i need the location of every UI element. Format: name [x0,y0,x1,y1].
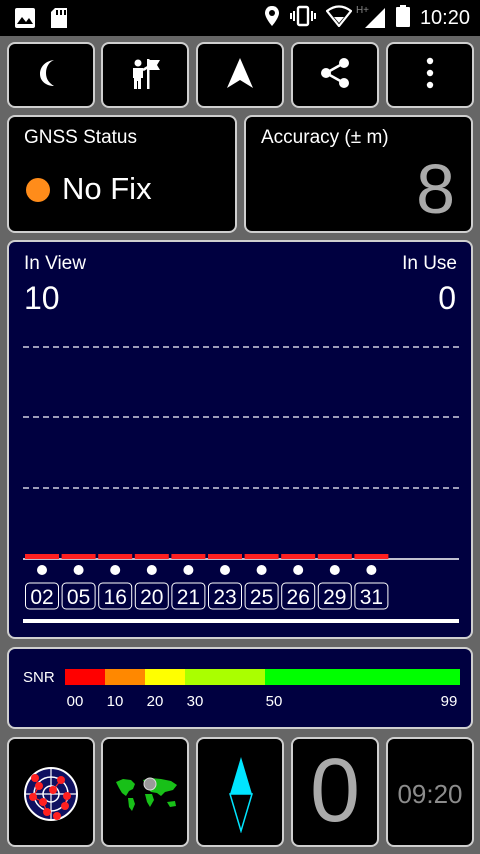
snr-scale: 00 10 20 30 50 99 [65,669,460,710]
snr-color-segment [185,669,265,685]
time-display: 09:20 [386,737,474,847]
navigate-button[interactable] [196,42,284,108]
bearing-display: 0 [291,737,379,847]
satellite-id-label: 20 [140,586,163,609]
satellite-dot [256,565,267,575]
satellite-signal-bar [244,554,279,559]
satellite-signal-bar [98,554,133,559]
snr-tick-label: 10 [107,693,124,710]
vibrate-icon [289,5,316,32]
satellite-dot [37,565,47,575]
network-type: H+ [355,5,369,16]
signal-icon: H+ [356,5,386,29]
battery-icon [395,4,410,32]
satellite-id-label: 25 [250,586,273,609]
more-vert-icon [425,57,435,94]
snr-tick-label: 99 [441,693,458,710]
snr-tick-label: 00 [67,693,84,710]
satellite-dot [146,565,157,575]
navigate-arrow-icon [225,56,255,95]
satellite-signal-chart: 02 05 16 20 21 23 25 26 29 31 [23,346,459,623]
time-value: 09:20 [397,779,463,809]
snr-tick-label: 50 [266,693,283,710]
overflow-menu-button[interactable] [386,42,474,108]
satellite-dot [366,565,377,575]
satellite-signal-bar [317,554,352,559]
satellites-card: In View In Use 10 0 02 05 16 20 21 23 25 26 29 31 [7,240,473,639]
radar-icon [23,764,79,829]
satellite-signal-bar [354,554,389,559]
bearing-value: 0 [309,741,361,841]
satellite-dot [220,565,230,575]
share-icon [318,56,352,95]
night-mode-icon [35,57,67,94]
sd-card-icon [50,7,68,34]
clock: 10:20 [419,6,470,29]
satellite-signal-bar [134,554,169,559]
chart-bottom-line [23,619,459,623]
image-icon [14,7,36,34]
accuracy-card: Accuracy (± m) 8 [244,115,473,233]
accuracy-title: Accuracy (± m) [261,127,389,148]
share-button[interactable] [291,42,379,108]
satellite-id-label: 26 [287,586,310,609]
compass-button[interactable] [196,737,284,847]
satellite-dot [110,565,121,575]
satellite-dot [73,565,84,575]
satellite-id-label: 31 [360,586,383,609]
satellite-signal-bar [281,554,316,559]
location-pin-icon [264,5,280,32]
snr-legend-card: SNR 00 10 20 30 50 99 [7,647,473,729]
gnss-status-title: GNSS Status [24,127,137,148]
world-map-icon [113,774,181,819]
tracking-button[interactable] [101,42,189,108]
snr-color-segment [65,669,105,685]
satellite-id-label: 05 [67,586,90,609]
satellite-dot [329,565,340,575]
tracking-icon [128,56,162,95]
snr-tick-label: 20 [147,693,164,710]
satellite-signal-bar [171,554,206,559]
gnss-status-card: GNSS Status No Fix [7,115,237,233]
snr-tick-label: 30 [187,693,204,710]
status-bar: H+ 10:20 [0,0,480,36]
satellite-signal-bar [208,554,242,559]
world-map-button[interactable] [101,737,189,847]
snr-color-segment [265,669,460,685]
satellite-id-label: 29 [323,586,346,609]
satellite-signal-bar [25,554,59,559]
sky-plot-button[interactable] [7,737,95,847]
satellite-dot [183,565,194,575]
satellite-id-label: 16 [104,586,127,609]
satellite-id-label: 23 [213,586,236,609]
satellite-id-label: 21 [177,586,200,609]
compass-needle-icon [228,755,254,838]
fix-status-text: No Fix [62,171,152,206]
wifi-icon [325,4,353,32]
snr-color-segment [145,669,185,685]
satellite-id-label: 02 [30,586,53,609]
satellite-dot [293,565,304,575]
satellite-signal-bar [61,554,96,559]
snr-color-segment [105,669,145,685]
fix-status-indicator [26,178,50,202]
night-mode-button[interactable] [7,42,95,108]
accuracy-value: 8 [416,150,455,228]
